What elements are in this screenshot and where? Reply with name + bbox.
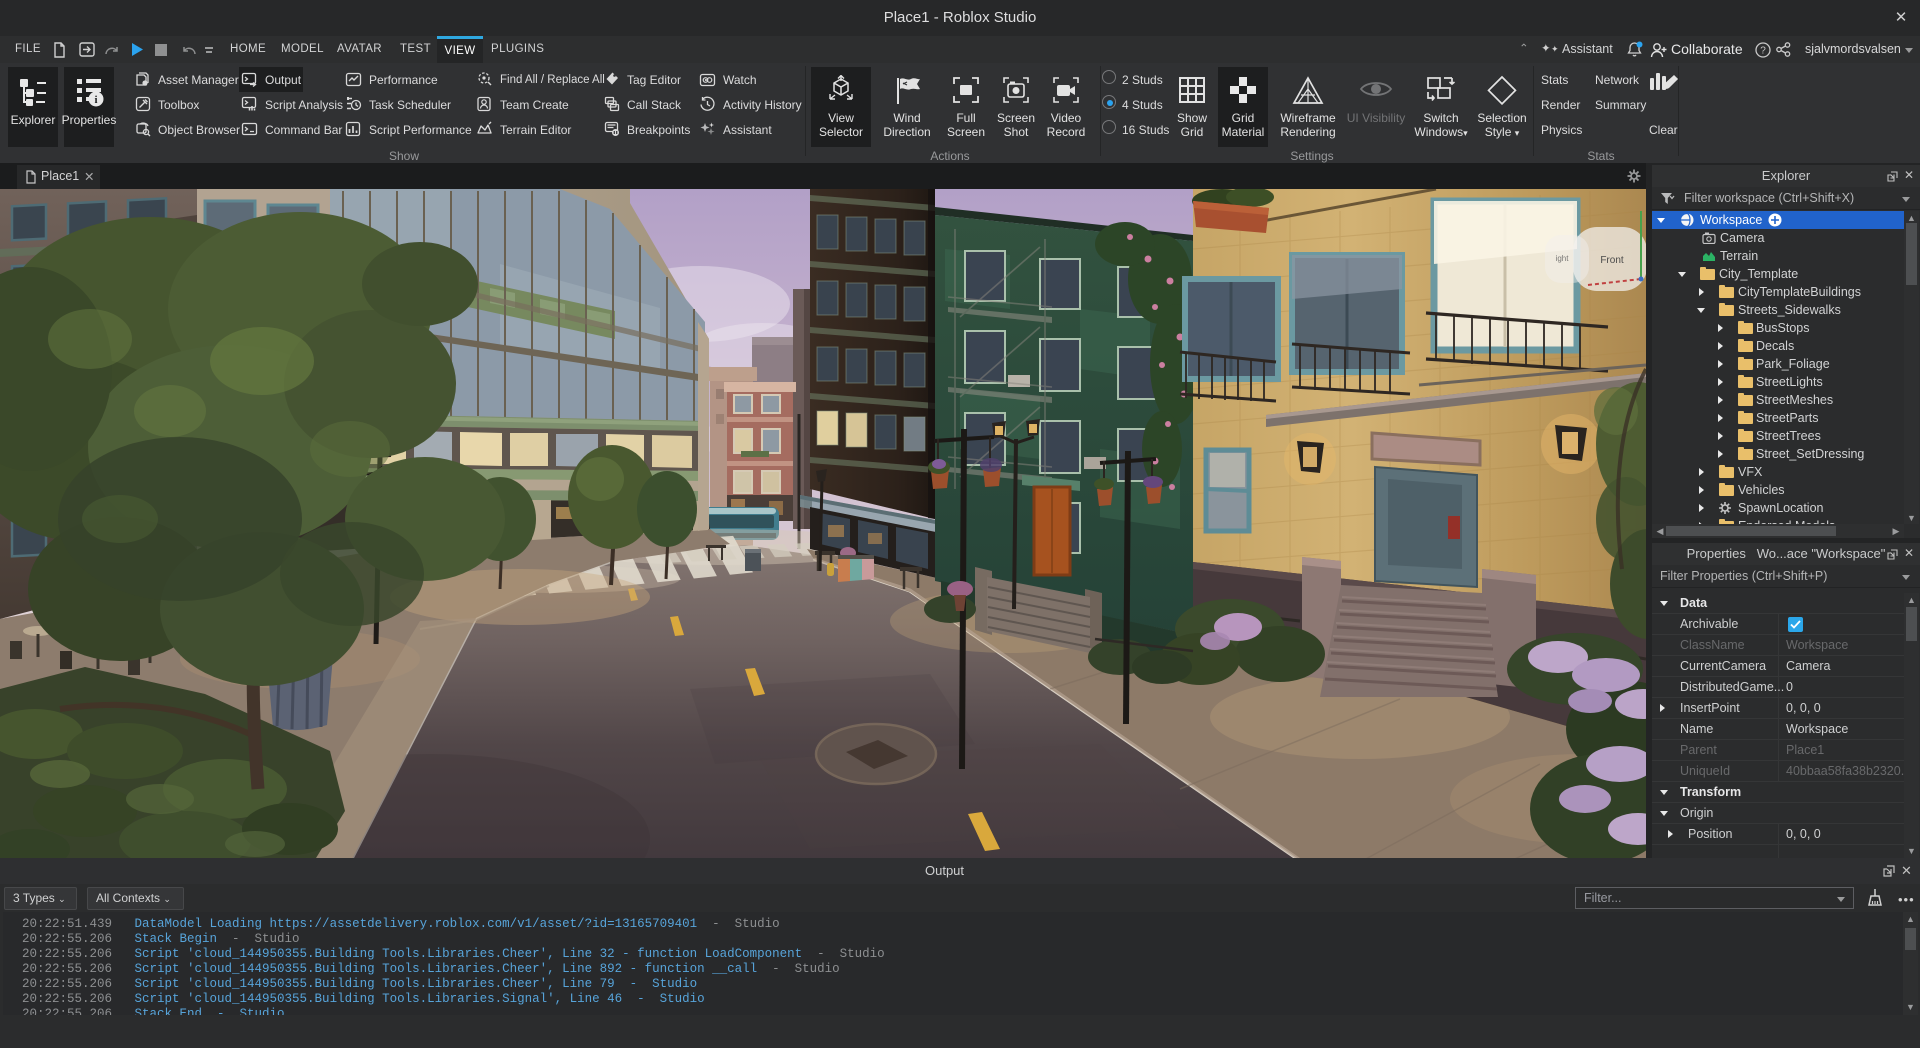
svg-text:ight: ight (1556, 254, 1570, 263)
svg-text:Front: Front (1600, 255, 1624, 266)
svg-text:?: ? (1760, 46, 1766, 57)
svg-text:i: i (94, 94, 97, 106)
